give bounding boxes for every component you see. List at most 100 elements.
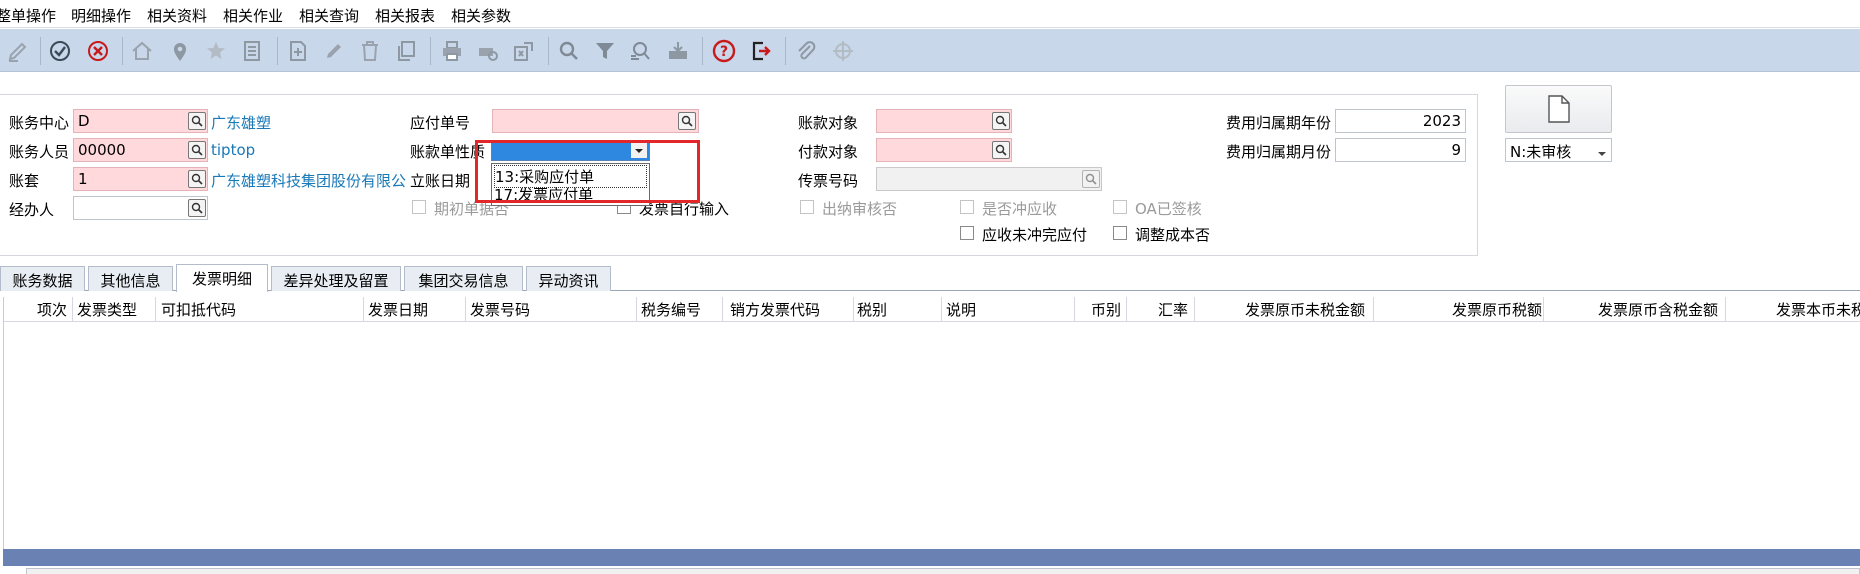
locate-icon[interactable] xyxy=(831,39,855,63)
horizontal-scrollbar[interactable] xyxy=(26,568,1860,574)
ap-no-query-button[interactable] xyxy=(678,112,696,130)
column-header[interactable]: 发票原币税额 xyxy=(1452,299,1542,320)
column-header[interactable]: 发票号码 xyxy=(470,299,530,320)
column-divider[interactable] xyxy=(465,297,466,322)
month-input[interactable]: 9 xyxy=(1335,138,1466,162)
document-icon xyxy=(1547,95,1570,123)
document-button[interactable] xyxy=(1505,85,1612,133)
opening-checkbox[interactable] xyxy=(412,200,426,214)
adjust-cost-checkbox[interactable] xyxy=(1113,226,1127,240)
column-divider[interactable] xyxy=(722,297,723,322)
oa-checkbox[interactable] xyxy=(1113,200,1127,214)
unpaid-checkbox[interactable] xyxy=(960,226,974,240)
tab-difference[interactable]: 差异处理及留置 xyxy=(271,266,401,291)
cashier-checkbox[interactable] xyxy=(800,200,814,214)
voucher-input[interactable] xyxy=(876,167,1102,191)
column-header[interactable]: 说明 xyxy=(946,299,976,320)
menu-whole-doc[interactable]: 整单操作 xyxy=(0,5,56,26)
toolbar-separator xyxy=(548,37,549,65)
location-icon[interactable] xyxy=(168,39,192,63)
favorite-icon[interactable] xyxy=(204,39,228,63)
export-icon[interactable] xyxy=(512,39,536,63)
advanced-query-icon[interactable] xyxy=(629,39,653,63)
column-header[interactable]: 税别 xyxy=(857,299,887,320)
add-icon[interactable] xyxy=(286,39,310,63)
tab-change-info[interactable]: 异动资讯 xyxy=(526,266,611,291)
help-icon[interactable]: ? xyxy=(712,39,736,63)
tab-group-trade[interactable]: 集团交易信息 xyxy=(404,266,523,291)
column-header[interactable]: 项次 xyxy=(37,299,67,320)
column-divider[interactable] xyxy=(1543,297,1544,322)
column-divider[interactable] xyxy=(363,297,364,322)
column-divider[interactable] xyxy=(853,297,854,322)
toolbar-separator xyxy=(702,37,703,65)
home-icon[interactable] xyxy=(130,39,154,63)
edit-icon[interactable] xyxy=(6,39,30,63)
tab-invoice-detail[interactable]: 发票明细 xyxy=(176,264,268,292)
column-divider[interactable] xyxy=(1126,297,1127,322)
column-divider[interactable] xyxy=(1373,297,1374,322)
column-divider[interactable] xyxy=(72,297,73,322)
column-header[interactable]: 税务编号 xyxy=(641,299,701,320)
handler-label: 经办人 xyxy=(9,201,55,219)
modify-icon[interactable] xyxy=(322,39,346,63)
book-name-link[interactable]: 广东雄塑科技集团股份有限公 xyxy=(211,170,406,191)
pay-to-query-button[interactable] xyxy=(992,141,1010,159)
cashier-label: 出纳审核否 xyxy=(822,200,898,218)
book-query-button[interactable] xyxy=(188,170,206,188)
magnifier-icon xyxy=(681,115,693,127)
column-header[interactable]: 销方发票代码 xyxy=(730,299,820,320)
column-header[interactable]: 汇率 xyxy=(1158,299,1188,320)
cancel-icon[interactable] xyxy=(86,39,110,63)
offset-checkbox[interactable] xyxy=(960,200,974,214)
menu-related-params[interactable]: 相关参数 xyxy=(451,5,511,26)
menu-related-query[interactable]: 相关查询 xyxy=(299,5,359,26)
column-divider[interactable] xyxy=(155,297,156,322)
attachment-icon[interactable] xyxy=(794,39,818,63)
center-query-button[interactable] xyxy=(188,112,206,130)
column-divider[interactable] xyxy=(941,297,942,322)
column-header[interactable]: 发票本币未税 xyxy=(1776,299,1860,320)
column-header[interactable]: 可扣抵代码 xyxy=(161,299,236,320)
column-header[interactable]: 币别 xyxy=(1091,299,1121,320)
status-select[interactable]: N:未审核 xyxy=(1505,138,1612,162)
detail-tabs: 账务数据 其他信息 发票明细 差异处理及留置 集团交易信息 异动资讯 xyxy=(0,264,1860,292)
delete-icon[interactable] xyxy=(358,39,382,63)
column-divider[interactable] xyxy=(1725,297,1726,322)
tab-other-info[interactable]: 其他信息 xyxy=(88,266,173,291)
column-divider[interactable] xyxy=(1194,297,1195,322)
copy-icon[interactable] xyxy=(394,39,418,63)
column-divider[interactable] xyxy=(1074,297,1075,322)
column-header[interactable]: 发票原币未税金额 xyxy=(1245,299,1365,320)
toolbar-separator xyxy=(785,37,786,65)
ap-no-input[interactable] xyxy=(492,109,699,133)
column-header[interactable]: 发票类型 xyxy=(77,299,137,320)
person-query-button[interactable] xyxy=(188,141,206,159)
print-preview-icon[interactable] xyxy=(476,39,500,63)
payee-query-button[interactable] xyxy=(992,112,1010,130)
column-header[interactable]: 发票原币含税金额 xyxy=(1598,299,1718,320)
center-name-link[interactable]: 广东雄塑 xyxy=(211,112,271,133)
year-input[interactable]: 2023 xyxy=(1335,109,1466,133)
column-divider[interactable] xyxy=(636,297,637,322)
confirm-icon[interactable] xyxy=(48,39,72,63)
menu-related-reports[interactable]: 相关报表 xyxy=(375,5,435,26)
voucher-query-button[interactable] xyxy=(1082,170,1100,188)
tab-account-data[interactable]: 账务数据 xyxy=(0,266,85,291)
person-name-link[interactable]: tiptop xyxy=(211,141,255,159)
list-icon[interactable] xyxy=(240,39,264,63)
exit-icon[interactable] xyxy=(749,39,773,63)
toolbar-separator xyxy=(122,37,123,65)
menu-related-jobs[interactable]: 相关作业 xyxy=(223,5,283,26)
filter-icon[interactable] xyxy=(593,39,617,63)
query-icon[interactable] xyxy=(557,39,581,63)
download-icon[interactable] xyxy=(666,39,690,63)
column-header[interactable]: 发票日期 xyxy=(368,299,428,320)
chevron-down-icon[interactable] xyxy=(1597,143,1607,161)
magnifier-icon xyxy=(191,115,203,127)
menu-detail[interactable]: 明细操作 xyxy=(71,5,131,26)
print-icon[interactable] xyxy=(440,39,464,63)
handler-query-button[interactable] xyxy=(188,199,206,217)
menu-related-data[interactable]: 相关资料 xyxy=(147,5,207,26)
status-value: N:未审核 xyxy=(1510,143,1572,161)
